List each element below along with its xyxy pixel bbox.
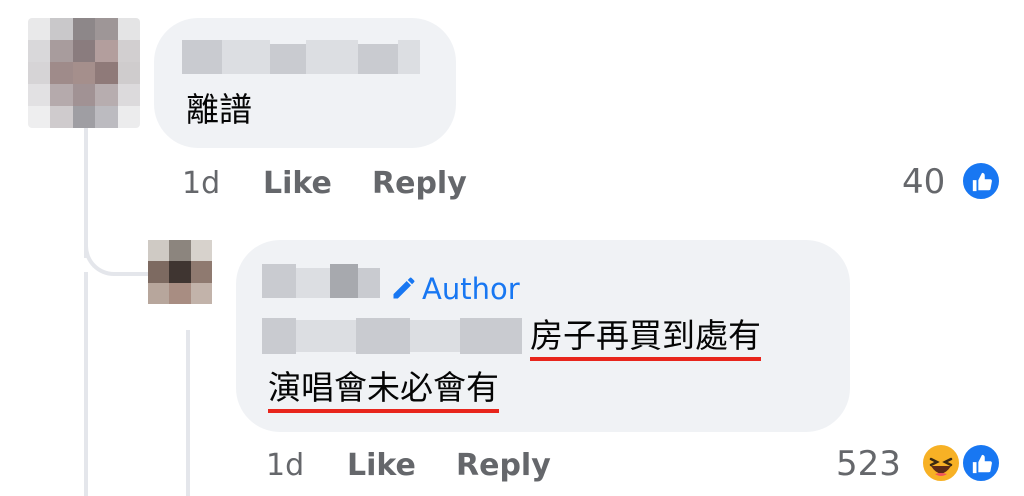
reply-thread-line [186,330,190,496]
comment-timestamp[interactable]: 1d [182,166,220,201]
reply-timestamp[interactable]: 1d [266,448,304,483]
reaction-count[interactable]: 523 [836,444,901,484]
pencil-icon [393,277,415,299]
comment-bubble: 離譜 [154,18,456,148]
comment-text-line2: 演唱會未必會有 [268,368,499,413]
author-avatar[interactable] [148,240,212,304]
like-icon [960,160,1002,202]
comment-text-line1: 房子再買到處有 [530,316,761,361]
like-icon [960,442,1002,484]
reply-button[interactable]: Reply [456,448,551,483]
commenter-avatar[interactable] [28,18,140,128]
like-button[interactable]: Like [263,166,332,201]
thread-branch [84,228,148,276]
author-badge: Author [390,272,520,306]
like-button[interactable]: Like [347,448,416,483]
reaction-count[interactable]: 40 [902,162,945,202]
comment-text: 離譜 [186,90,252,129]
reply-button[interactable]: Reply [372,166,467,201]
reply-bubble: Author 房子再買到處有 演唱會未必會有 [236,240,850,432]
haha-icon [920,442,962,484]
thread-line [84,272,88,496]
